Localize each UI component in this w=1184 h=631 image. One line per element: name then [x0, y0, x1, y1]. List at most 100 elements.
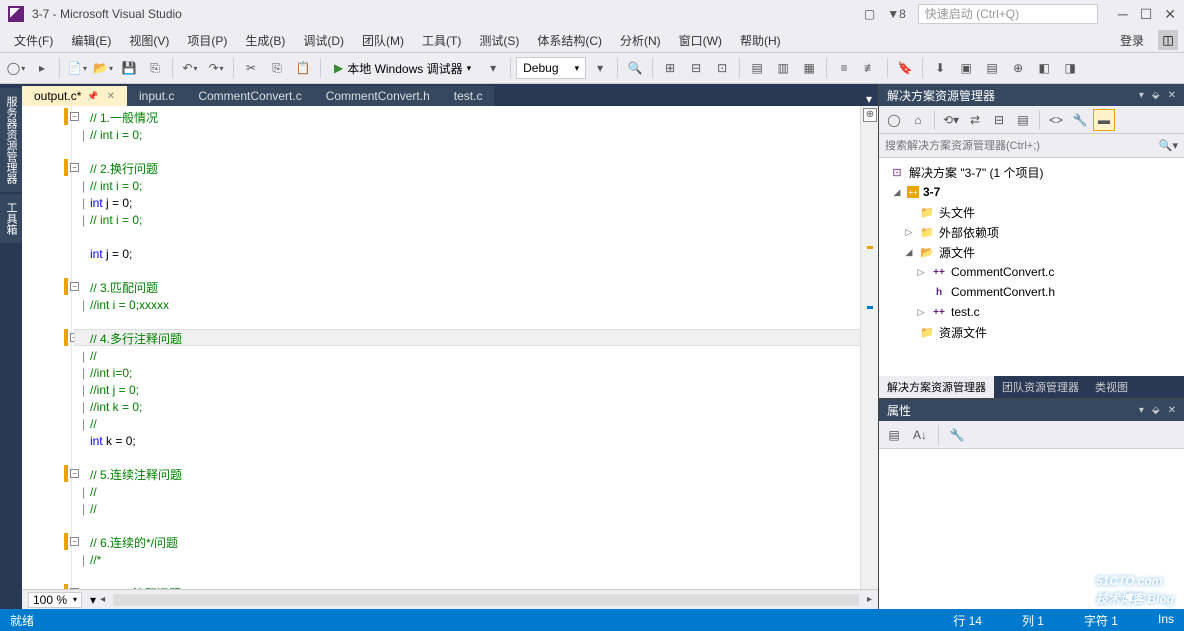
search-icon[interactable]: 🔍▾ — [1159, 139, 1178, 152]
se-properties-button[interactable]: 🔧 — [1069, 109, 1091, 131]
code-editor[interactable]: −−−−−−− // 1.一般情况|// int i = 0;// 2.换行问题… — [22, 106, 878, 589]
vertical-scrollbar[interactable]: ⊕ — [860, 106, 878, 589]
expand-icon[interactable]: ◢ — [903, 247, 915, 258]
code-line[interactable]: // 3.匹配问题 — [90, 280, 158, 297]
code-line[interactable]: int k = 0; — [90, 433, 136, 450]
code-line[interactable]: // 5.连续注释问题 — [90, 467, 182, 484]
start-debug-button[interactable]: ▶ 本地 Windows 调试器 ▾ — [326, 56, 479, 80]
se-collapse-button[interactable]: ⊟ — [988, 109, 1010, 131]
tab-team-explorer[interactable]: 团队资源管理器 — [994, 376, 1087, 398]
menu-team[interactable]: 团队(M) — [354, 30, 412, 51]
source-folder[interactable]: ◢ 📂 源文件 — [879, 242, 1184, 262]
debug-dropdown[interactable]: ▾ — [481, 56, 505, 80]
code-line[interactable]: // 4.多行注释问题 — [90, 331, 182, 348]
comment-button[interactable]: ≡ — [832, 56, 856, 80]
toolbox-tab[interactable]: 工具箱 — [0, 194, 22, 243]
menu-project[interactable]: 项目(P) — [179, 30, 235, 51]
nav-fwd-button[interactable]: ▸ — [30, 56, 54, 80]
code-line[interactable]: int j = 0; — [90, 246, 132, 263]
code-line[interactable]: |// int i = 0; — [90, 212, 142, 229]
panel-menu-button[interactable]: ▾ — [1139, 90, 1144, 101]
tb-btn-8[interactable]: ▣ — [954, 56, 978, 80]
code-line[interactable]: |int j = 0; — [90, 195, 132, 212]
document-tab[interactable]: test.c — [442, 86, 495, 106]
tb-btn-11[interactable]: ◧ — [1032, 56, 1056, 80]
feedback-icon[interactable]: ▢ — [864, 7, 875, 21]
menu-tools[interactable]: 工具(T) — [414, 30, 469, 51]
tb-btn-5[interactable]: ▥ — [771, 56, 795, 80]
horizontal-scrollbar[interactable] — [113, 594, 859, 606]
scroll-right-button[interactable]: ▸ — [867, 594, 872, 605]
code-line[interactable]: |// — [90, 416, 97, 433]
se-back-button[interactable]: ◯ — [883, 109, 905, 131]
code-line[interactable]: |//int i = 0;xxxxx — [90, 297, 169, 314]
paste-button[interactable]: 📋 — [291, 56, 315, 80]
panel-pin-button[interactable]: ⬙ — [1152, 405, 1160, 416]
code-line[interactable]: // 1.一般情况 — [90, 110, 158, 127]
avatar-icon[interactable]: ◫ — [1158, 30, 1178, 50]
menu-edit[interactable]: 编辑(E) — [63, 30, 119, 51]
code-line[interactable]: // 7.C++注释问题 — [90, 586, 181, 589]
tb-btn-1[interactable]: ⊞ — [658, 56, 682, 80]
code-line[interactable]: |// — [90, 484, 97, 501]
se-home-button[interactable]: ⌂ — [907, 109, 929, 131]
solution-node[interactable]: ⊡ 解决方案 "3-7" (1 个项目) — [879, 162, 1184, 182]
code-line[interactable]: // 6.连续的*/问题 — [90, 535, 178, 552]
nav-back-button[interactable]: ◯ — [4, 56, 28, 80]
document-tab[interactable]: output.c*📌✕ — [22, 86, 127, 106]
tab-solution-explorer[interactable]: 解决方案资源管理器 — [879, 376, 994, 398]
platform-dropdown[interactable]: ▾ — [588, 56, 612, 80]
zoom-dropdown[interactable]: 100 % — [28, 592, 82, 608]
properties-grid[interactable] — [879, 449, 1184, 609]
bookmark-button[interactable]: 🔖 — [893, 56, 917, 80]
props-wrench-button[interactable]: 🔧 — [946, 424, 968, 446]
menu-arch[interactable]: 体系结构(C) — [529, 30, 610, 51]
code-line[interactable]: |// — [90, 348, 97, 365]
sign-in-link[interactable]: 登录 — [1112, 30, 1152, 51]
source-file[interactable]: ▷ ++ test.c — [879, 302, 1184, 322]
panel-pin-button[interactable]: ⬙ — [1152, 90, 1160, 101]
se-code-button[interactable]: <> — [1045, 109, 1067, 131]
panel-menu-button[interactable]: ▾ — [1139, 405, 1144, 416]
redo-button[interactable]: ↷ — [204, 56, 228, 80]
code-line[interactable]: |// int i = 0; — [90, 178, 142, 195]
se-refresh-button[interactable]: ⇄ — [964, 109, 986, 131]
panel-close-button[interactable]: ✕ — [1168, 405, 1176, 416]
cut-button[interactable]: ✂ — [239, 56, 263, 80]
quick-launch-input[interactable]: 快速启动 (Ctrl+Q) — [918, 4, 1098, 24]
external-deps-folder[interactable]: ▷ 📁 外部依赖项 — [879, 222, 1184, 242]
resources-folder[interactable]: 📁 资源文件 — [879, 322, 1184, 342]
server-explorer-tab[interactable]: 服务器资源管理器 — [0, 88, 22, 192]
panel-close-button[interactable]: ✕ — [1168, 90, 1176, 101]
tb-btn-3[interactable]: ⊡ — [710, 56, 734, 80]
expand-icon[interactable]: ▷ — [915, 267, 927, 278]
menu-window[interactable]: 窗口(W) — [671, 30, 730, 51]
alpha-sort-button[interactable]: A↓ — [909, 424, 931, 446]
code-line[interactable]: // 2.换行问题 — [90, 161, 158, 178]
document-tab[interactable]: CommentConvert.h — [314, 86, 442, 106]
menu-view[interactable]: 视图(V) — [121, 30, 177, 51]
tab-class-view[interactable]: 类视图 — [1087, 376, 1136, 398]
source-file[interactable]: ▷ ++ CommentConvert.c — [879, 262, 1184, 282]
code-line[interactable]: |//int k = 0; — [90, 399, 142, 416]
se-search-input[interactable] — [885, 140, 1159, 152]
uncomment-button[interactable]: ≢ — [858, 56, 882, 80]
project-node[interactable]: ◢ ++ 3-7 — [879, 182, 1184, 202]
minimize-button[interactable]: ─ — [1118, 6, 1128, 23]
open-file-button[interactable]: 📂 — [91, 56, 115, 80]
code-line[interactable]: |//* — [90, 552, 101, 569]
tb-btn-4[interactable]: ▤ — [745, 56, 769, 80]
code-line[interactable]: |//int j = 0; — [90, 382, 139, 399]
copy-button[interactable]: ⎘ — [265, 56, 289, 80]
se-preview-button[interactable]: ▬ — [1093, 109, 1115, 131]
expand-icon[interactable]: ▷ — [903, 227, 915, 238]
document-tab[interactable]: input.c — [127, 86, 186, 106]
header-file[interactable]: h CommentConvert.h — [879, 282, 1184, 302]
document-tab[interactable]: CommentConvert.c — [186, 86, 313, 106]
tabs-overflow-button[interactable]: ▾ — [860, 92, 878, 106]
tb-btn-6[interactable]: ▦ — [797, 56, 821, 80]
menu-debug[interactable]: 调试(D) — [295, 30, 352, 51]
expand-icon[interactable]: ◢ — [891, 187, 903, 198]
config-dropdown[interactable]: Debug — [516, 57, 586, 79]
split-button[interactable]: ⊕ — [863, 108, 877, 122]
